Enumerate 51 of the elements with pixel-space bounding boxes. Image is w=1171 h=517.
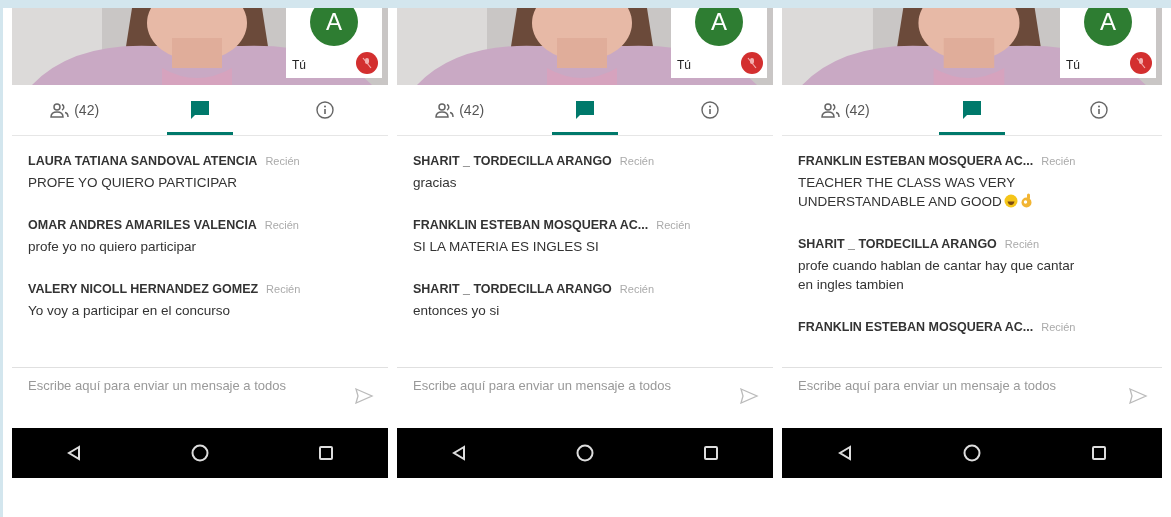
message-text: TEACHER THE CLASS WAS VERY UNDERSTANDABLE AND GOOD <box>798 175 1016 209</box>
message-text: Yo voy a participar en el concurso <box>28 303 231 318</box>
home-icon[interactable] <box>191 444 209 462</box>
recents-icon[interactable] <box>1091 445 1107 461</box>
sender-name: VALERY NICOLL HERNANDEZ GOMEZ <box>28 282 259 296</box>
message-text: SI LA MATERIA ES INGLES SI <box>413 239 599 254</box>
back-icon[interactable] <box>66 445 83 461</box>
message-time: Recién <box>619 155 655 167</box>
sender-name: SHARIT _ TORDECILLA ARANGO <box>798 237 997 251</box>
message-time: Recién <box>1041 155 1076 167</box>
message-time: Recién <box>264 219 299 231</box>
home-icon[interactable] <box>963 444 981 462</box>
sender-name: SHARIT _ TORDECILLA ARANGO <box>413 282 612 296</box>
self-label: Tú <box>1066 58 1080 72</box>
info-icon <box>316 101 335 119</box>
self-label: Tú <box>677 58 691 72</box>
sender-name: FRANKLIN ESTEBAN MOSQUERA AC... <box>798 320 1034 334</box>
chat-icon <box>961 100 983 120</box>
sender-name: LAURA TATIANA SANDOVAL ATENCIA <box>28 154 258 168</box>
sender-name: SHARIT _ TORDECILLA ARANGO <box>413 154 612 168</box>
recents-icon[interactable] <box>317 445 334 461</box>
message-time: Recién <box>265 155 300 167</box>
message-time: Recién <box>266 283 301 295</box>
message-text: profe cuando hablan de cantar hay que cantar en ingles tambien <box>798 258 1075 292</box>
people-icon <box>50 102 71 118</box>
message-text: entonces yo si <box>413 303 500 318</box>
message-text: gracias <box>413 175 457 190</box>
back-icon[interactable] <box>451 445 468 461</box>
message-text: PROFE YO QUIERO PARTICIPAR <box>28 175 238 190</box>
back-icon[interactable] <box>837 445 853 461</box>
self-label: Tú <box>292 58 306 72</box>
chat-icon <box>574 100 596 120</box>
recents-icon[interactable] <box>702 445 719 461</box>
message-time: Recién <box>1041 321 1076 333</box>
message-time: Recién <box>619 283 655 295</box>
chat-icon <box>189 100 211 120</box>
avatar: A <box>695 8 743 46</box>
sender-name: OMAR ANDRES AMARILES VALENCIA <box>28 218 257 232</box>
sender-name: FRANKLIN ESTEBAN MOSQUERA AC... <box>798 154 1034 168</box>
ok-hand-icon <box>1020 193 1032 208</box>
info-icon <box>701 101 720 119</box>
avatar: A <box>1084 8 1132 46</box>
people-icon <box>435 102 456 118</box>
avatar: A <box>310 8 358 46</box>
message-time: Recién <box>1004 238 1040 250</box>
sender-name: FRANKLIN ESTEBAN MOSQUERA AC... <box>413 218 649 232</box>
people-icon <box>820 102 841 118</box>
home-icon[interactable] <box>576 444 594 462</box>
message-time: Recién <box>656 219 691 231</box>
message-text: profe yo no quiero participar <box>28 239 197 254</box>
info-icon <box>1089 101 1108 119</box>
